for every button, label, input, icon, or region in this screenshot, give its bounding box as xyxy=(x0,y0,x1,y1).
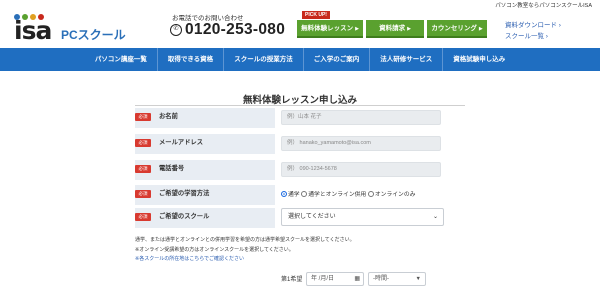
pickup-tag: PICK UP! xyxy=(302,11,330,19)
phone-input[interactable]: 例） 090-1234-5678 xyxy=(281,162,441,177)
phone-row: 必須 電話番号 例） 090-1234-5678 xyxy=(135,160,445,180)
school-label: ご希望のスクール xyxy=(159,213,210,220)
form-title: 無料体験レッスン申し込み xyxy=(242,95,357,106)
nav-certifications[interactable]: 取得できる資格 xyxy=(156,48,223,71)
school-row: 必須 ご希望のスクール 選択してください ⌄ xyxy=(135,208,445,228)
chevron-down-icon: ▼ xyxy=(415,276,421,282)
arrow-right-icon: ▶ xyxy=(478,26,483,32)
time-select[interactable]: -時間- ▼ xyxy=(368,272,426,286)
date-input[interactable]: 年 /月/日 ▦ xyxy=(306,272,364,286)
method-option-online[interactable]: オンラインのみ xyxy=(367,191,415,198)
nav-teaching-method[interactable]: スクールの授業方法 xyxy=(223,48,303,71)
note-line: ※オンライン受講希望の方はオンラインスクールを選択してください。 xyxy=(135,246,294,253)
brochure-request-button[interactable]: 資料請求 ▶ xyxy=(366,20,424,38)
nav-corporate-training[interactable]: 法人研修サービス xyxy=(369,48,442,71)
required-badge: 必須 xyxy=(135,139,151,147)
radio[interactable] xyxy=(367,191,374,197)
arrow-right-icon: ▶ xyxy=(407,26,411,32)
required-badge: 必須 xyxy=(135,113,151,121)
site-tagline: パソコン教室ならパソコンスクールISA xyxy=(495,3,592,9)
logo-isa-text: isa xyxy=(14,16,52,45)
divider xyxy=(135,105,465,106)
calendar-icon: ▦ xyxy=(354,276,360,282)
arrow-right-icon: ▶ xyxy=(355,26,359,32)
method-radio-group: 通学 通学とオンライン併用 オンラインのみ xyxy=(281,189,415,198)
method-option-classroom[interactable]: 通学 xyxy=(281,191,300,198)
counseling-button[interactable]: カウンセリング ▶ xyxy=(427,20,487,38)
radio-selected[interactable] xyxy=(281,191,287,197)
download-link[interactable]: 資料ダウンロード › xyxy=(505,20,561,31)
free-trial-button[interactable]: 無料体験レッスン ▶ xyxy=(297,20,363,38)
main-nav: パソコン講座一覧 取得できる資格 スクールの授業方法 ご入学のご案内 法人研修サ… xyxy=(0,48,600,71)
label-cell xyxy=(135,108,275,128)
phone-icon: ✆ xyxy=(170,24,182,36)
name-row: 必須 お名前 例）山本 花子 xyxy=(135,108,445,128)
label-cell xyxy=(135,134,275,154)
nav-exam-application[interactable]: 資格試験申し込み xyxy=(442,48,515,71)
required-badge: 必須 xyxy=(135,165,151,173)
required-badge: 必須 xyxy=(135,213,151,221)
preference-label: 第1希望 xyxy=(281,277,303,283)
required-badge: 必須 xyxy=(135,190,151,198)
phone-number: 0120-253-080 xyxy=(185,21,286,38)
school-list-link[interactable]: スクール一覧 › xyxy=(505,31,561,42)
method-option-hybrid[interactable]: 通学とオンライン併用 xyxy=(301,191,366,198)
school-select[interactable]: 選択してください ⌄ xyxy=(281,208,444,226)
form-notes: 通学、または通学とオンラインとの併用学習を希望の方は通学希望スクールを選択してく… xyxy=(135,236,355,265)
nav-course-list[interactable]: パソコン講座一覧 xyxy=(85,48,157,71)
method-row: 必須 ご希望の学習方法 通学 通学とオンライン併用 オンラインのみ xyxy=(135,185,445,205)
chevron-right-icon: › xyxy=(557,22,561,29)
site-logo[interactable]: isa PCスクール xyxy=(14,14,132,44)
email-input[interactable]: 例） hanako_yamamoto@isa.com xyxy=(281,136,441,151)
chevron-right-icon: › xyxy=(544,33,548,40)
phone-label: 電話番号 xyxy=(159,165,185,172)
label-cell xyxy=(135,160,275,180)
side-links: 資料ダウンロード › スクール一覧 › xyxy=(505,20,561,42)
email-label: メールアドレス xyxy=(159,139,204,146)
email-row: 必須 メールアドレス 例） hanako_yamamoto@isa.com xyxy=(135,134,445,154)
nav-admission[interactable]: ご入学のご案内 xyxy=(302,48,370,71)
chevron-down-icon: ⌄ xyxy=(432,214,438,220)
note-line: 通学、または通学とオンラインとの併用学習を希望の方は通学希望スクールを選択してく… xyxy=(135,237,355,243)
name-label: お名前 xyxy=(159,113,178,120)
name-input[interactable]: 例）山本 花子 xyxy=(281,110,441,125)
school-location-link[interactable]: ※各スクールの所在地はこちらでご確認ください xyxy=(135,255,355,265)
radio[interactable] xyxy=(301,191,308,197)
method-label: ご希望の学習方法 xyxy=(159,190,210,197)
logo-pc-text: PCスクール xyxy=(61,28,126,42)
phone-contact[interactable]: お電話でのお問い合わせ ✆ 0120-253-080 xyxy=(170,12,285,46)
